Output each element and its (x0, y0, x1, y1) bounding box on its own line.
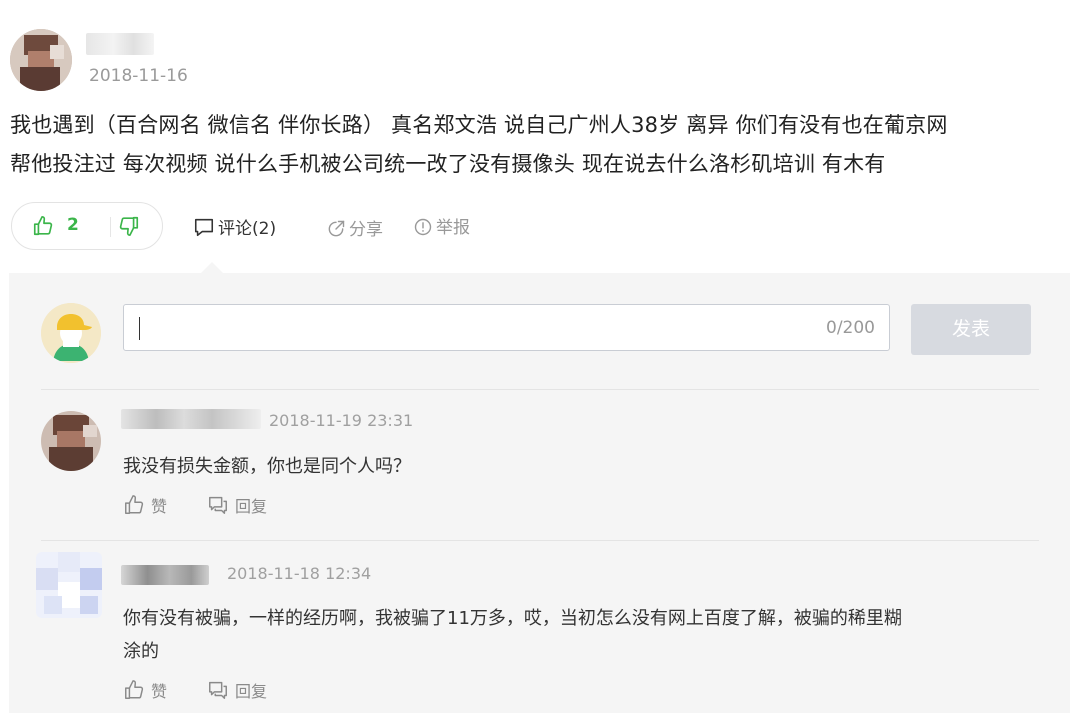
share-button[interactable]: 分享 (326, 215, 383, 240)
comment-text: 我没有损失金额，你也是同个人吗？ (123, 456, 411, 477)
current-user-avatar (41, 303, 101, 363)
reply-icon (209, 496, 227, 514)
reply-icon (209, 681, 227, 699)
report-icon (414, 218, 432, 236)
commenter-name-redacted (121, 409, 261, 429)
vote-divider (110, 217, 111, 237)
reply-label: 回复 (235, 682, 268, 701)
commenter-avatar[interactable] (41, 411, 101, 471)
submit-button[interactable]: 发表 (911, 304, 1031, 355)
comment-bubble-icon (194, 218, 214, 237)
report-button[interactable]: 举报 (413, 213, 470, 238)
thumbs-down-icon[interactable] (118, 215, 140, 241)
text-caret (139, 317, 140, 340)
post-author-name-redacted (86, 33, 154, 55)
post-body: 我也遇到（百合网名 微信名 伴你长路） 真名郑文浩 说自己广州人38岁 离异 你… (10, 106, 1070, 184)
thumbs-up-icon[interactable] (32, 215, 54, 241)
thumbs-up-icon (125, 495, 144, 514)
like-label: 赞 (151, 682, 168, 701)
comment-reply-button[interactable]: 回复 (207, 493, 267, 517)
post-date: 2018-11-16 (89, 66, 188, 86)
char-counter: 0/200 (826, 318, 875, 338)
share-icon (328, 220, 345, 237)
comment-button[interactable]: 评论(2) (193, 214, 276, 239)
comment-like-button[interactable]: 赞 (123, 678, 167, 702)
comment-label: 评论(2) (218, 219, 277, 239)
comment-text-line: 涂的 (123, 641, 159, 662)
comment-like-button[interactable]: 赞 (123, 493, 167, 517)
thumbs-up-icon (125, 680, 144, 699)
post-author-avatar[interactable] (10, 29, 72, 91)
divider (41, 389, 1039, 390)
comment-input-box[interactable]: 0/200 (123, 304, 890, 351)
comment-input[interactable] (136, 313, 800, 343)
like-label: 赞 (151, 497, 168, 516)
commenter-avatar[interactable] (36, 552, 102, 618)
like-count: 2 (67, 215, 79, 235)
commenter-name-redacted (121, 565, 209, 585)
vote-box: 2 (11, 202, 163, 250)
report-label: 举报 (436, 218, 470, 238)
comment-date: 2018-11-18 12:34 (227, 564, 372, 583)
comment-text: 你有没有被骗，一样的经历啊，我被骗了11万多，哎，当初怎么没有网上百度了解，被骗… (123, 602, 1053, 668)
comment-reply-button[interactable]: 回复 (207, 678, 267, 702)
comment-text-line: 你有没有被骗，一样的经历啊，我被骗了11万多，哎，当初怎么没有网上百度了解，被骗… (123, 608, 902, 629)
post-body-line: 我也遇到（百合网名 微信名 伴你长路） 真名郑文浩 说自己广州人38岁 离异 你… (10, 113, 948, 137)
comment-date: 2018-11-19 23:31 (269, 411, 414, 430)
share-label: 分享 (349, 220, 383, 240)
post-body-line: 帮他投注过 每次视频 说什么手机被公司统一改了没有摄像头 现在说去什么洛杉矶培训… (10, 152, 886, 176)
reply-label: 回复 (235, 497, 268, 516)
divider (41, 540, 1039, 541)
